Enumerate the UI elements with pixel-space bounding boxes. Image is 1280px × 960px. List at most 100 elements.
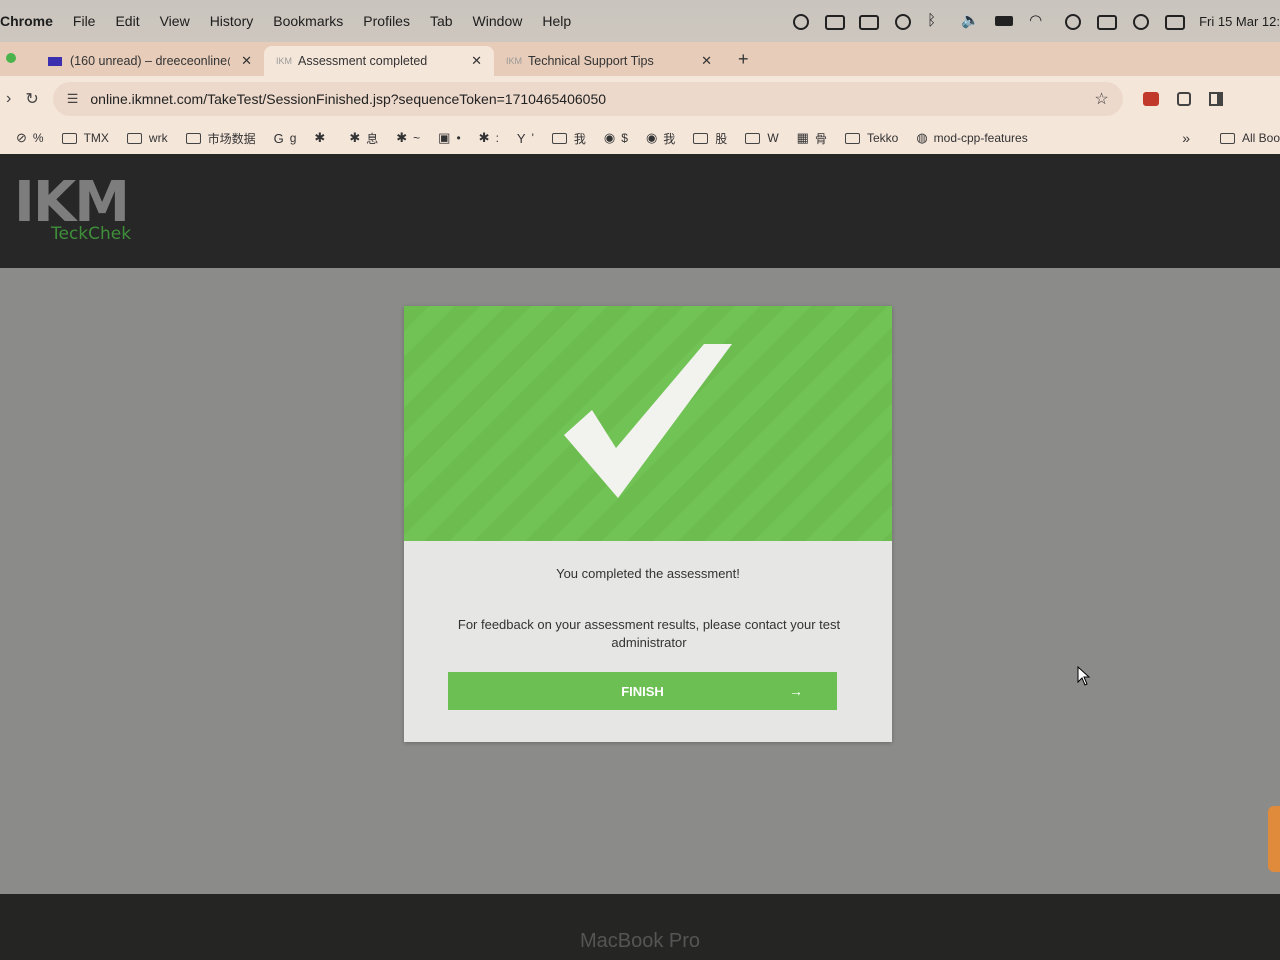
device-label: MacBook Pro [579,930,701,952]
bluetooth-icon[interactable]: ᛒ [927,13,945,28]
bookmark-label: wrk [148,131,168,145]
bookmark-item[interactable]: ◉ 我 [646,130,675,147]
bookmarks-bar: ⊘% TMX wrk 市场数据 Gg ✱ ✱ 息 ✱ ~ ▣ • ✱: Y ' 我 ◉ $ ◉ 我股 W ▦ 骨 Tekko ◍… [0,122,1280,154]
keyboard-icon[interactable] [1097,14,1118,30]
bookmark-item[interactable]: Gg [274,131,297,146]
extensions-puzzle-icon[interactable] [1176,92,1191,106]
menu-app-chrome[interactable]: Chrome [0,13,53,29]
folder-icon [693,132,709,144]
mouse-cursor-icon [1077,666,1091,686]
ikm-favicon-icon: IKM [506,56,523,66]
menubar-clock[interactable]: Fri 15 Mar 12: [1199,14,1280,29]
bookmark-item[interactable]: ✱ ~ [396,130,420,146]
dropbox-icon[interactable] [859,14,880,30]
close-icon[interactable]: ✕ [691,53,712,69]
site-icon: ✱ [396,130,408,145]
bookmark-label: ~ [413,131,421,145]
bookmark-item[interactable]: ▦ 骨 [797,130,827,147]
url-text[interactable]: online.ikmnet.com/TakeTest/SessionFinish… [90,91,1094,107]
menu-edit[interactable]: Edit [115,13,139,29]
macos-menubar: Chrome File Edit View History Bookmarks … [0,0,1280,42]
tab-gmail[interactable]: (160 unread) – dreeceonline@ ✕ [36,46,264,76]
bookmark-item[interactable]: ✱ 息 [349,130,378,147]
site-icon: ✱ [314,130,326,145]
bookmark-item[interactable]: W [745,131,779,145]
tab-assessment-completed[interactable]: IKM Assessment completed ✕ [264,46,494,76]
bookmark-item[interactable]: ▣ • [438,130,461,146]
address-bar[interactable]: ☰ online.ikmnet.com/TakeTest/SessionFini… [52,82,1123,116]
side-widget-tab[interactable] [1268,806,1280,872]
bookmark-item[interactable]: 市场数据 [185,130,256,147]
bookmark-label: ' [531,131,534,145]
window-zoom-button[interactable] [6,53,16,63]
menu-help[interactable]: Help [542,13,571,29]
close-icon[interactable]: ✕ [231,53,252,69]
control-center-icon[interactable] [1165,14,1186,30]
folder-icon [1219,132,1235,144]
close-icon[interactable]: ✕ [461,53,482,69]
google-icon: G [273,130,284,146]
tab-title: Technical Support Tips [528,54,654,68]
time-machine-icon[interactable] [893,14,912,30]
volume-icon[interactable]: 🔈 [961,13,980,28]
browser-toolbar: › ↻ ☰ online.ikmnet.com/TakeTest/Session… [0,76,1280,122]
finish-button[interactable]: FINISH → [448,672,837,710]
checkmark-icon [564,344,732,498]
bookmark-label: W [767,131,779,145]
success-banner [404,306,892,541]
menu-file[interactable]: File [73,13,96,29]
new-tab-button[interactable]: + [738,49,749,70]
bookmark-item[interactable]: TMX [61,131,109,145]
bookmark-label: mod-cpp-features [933,131,1028,145]
bookmark-item[interactable]: ✱: [479,130,499,146]
folder-icon [844,132,860,144]
wifi-icon[interactable]: ◠ [1029,13,1047,28]
page-content: IKM TeckChek You completed the assessmen… [0,154,1280,894]
bookmark-item[interactable]: 股 [693,130,727,147]
menu-history[interactable]: History [210,13,254,29]
grid-icon: ▦ [796,130,809,145]
bookmark-item[interactable]: Tekko [844,131,899,145]
bookmark-label: 息 [366,131,379,146]
bookmark-item[interactable]: ⊘% [16,130,44,146]
bookmark-item[interactable]: ◉ $ [604,130,628,146]
menu-bookmarks[interactable]: Bookmarks [273,13,343,29]
bookmark-item[interactable]: Y ' [517,131,534,146]
bookmark-label: 骨 [814,131,827,146]
status-circle-icon[interactable] [791,14,810,30]
site-icon: ✱ [349,130,361,145]
reload-icon[interactable]: ↻ [25,89,38,109]
bookmark-item[interactable]: ✱ [314,130,331,146]
spotlight-search-icon[interactable] [1131,14,1150,30]
menu-profiles[interactable]: Profiles [363,13,410,29]
bookmark-item[interactable]: 我 [551,130,586,147]
extension-icon[interactable] [1142,92,1159,106]
side-panel-icon[interactable] [1208,92,1223,106]
arrow-right-icon: → [789,683,803,699]
ikm-favicon-icon: IKM [276,56,293,66]
bookmark-label: g [289,131,297,145]
bookmark-star-icon[interactable]: ☆ [1094,89,1108,109]
globe-icon: ◉ [645,130,658,145]
globe-icon: ◉ [603,130,616,145]
tab-title: (160 unread) – dreeceonline@ [70,54,230,68]
status-app-icon[interactable] [825,14,846,30]
user-icon[interactable] [1063,14,1082,30]
bookmark-label: % [32,131,44,145]
menu-view[interactable]: View [160,13,190,29]
tab-technical-support-tips[interactable]: IKM Technical Support Tips ✕ [494,46,724,76]
completed-message: You completed the assessment! [556,566,740,581]
menu-tab[interactable]: Tab [430,13,453,29]
all-bookmarks-folder[interactable]: All Boo [1219,131,1280,145]
bookmark-label: Tekko [866,131,899,145]
status-area: ᛒ 🔈 ◠ Fri 15 Mar 12: [791,0,1280,42]
bookmark-item[interactable]: ◍ mod-cpp-features [916,130,1027,146]
forward-icon[interactable]: › [6,90,11,108]
site-info-icon[interactable]: ☰ [67,91,79,107]
bookmark-label: $ [621,131,628,145]
bookmarks-overflow-button[interactable]: » [1182,130,1190,146]
battery-icon[interactable] [995,14,1014,28]
mail-icon [48,56,62,66]
bookmark-item[interactable]: wrk [126,131,168,145]
menu-window[interactable]: Window [473,13,523,29]
